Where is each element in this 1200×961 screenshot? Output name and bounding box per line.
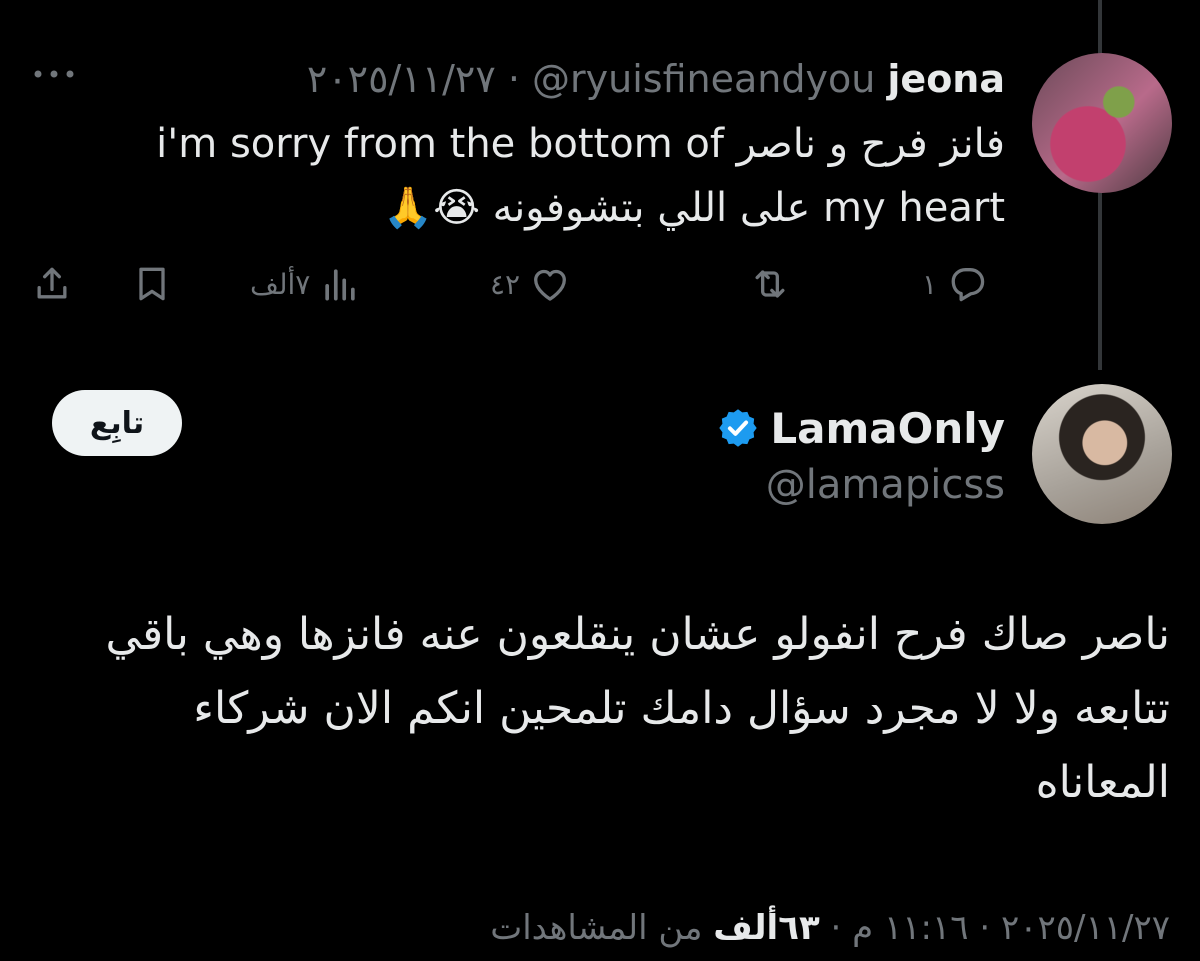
main-tweet-views-count: ٦٣ألف	[713, 908, 820, 948]
tweet-thread: jeona @ryuisfineandyou · ٢٠٢٥/١١/٢٧ فانز…	[0, 0, 1200, 961]
main-author-handle[interactable]: @lamapicss	[766, 462, 1005, 508]
retweet-button[interactable]	[748, 256, 800, 312]
parent-tweet-header: jeona @ryuisfineandyou · ٢٠٢٥/١١/٢٧	[307, 55, 1005, 103]
meta-separator: ·	[979, 908, 991, 948]
heart-icon	[534, 269, 567, 301]
parent-author-name[interactable]: jeona	[887, 57, 1005, 101]
like-button[interactable]: ٤٢	[490, 256, 572, 312]
parent-tweet-text-line-1: فانز فرح و ناصر i'm sorry from the botto…	[156, 121, 1005, 167]
main-author-name[interactable]: LamaOnly	[770, 404, 1005, 453]
parent-tweet-actions: ١ ٤٢ ٧ألف	[0, 256, 1200, 312]
main-tweet-views-label: من المشاهدات	[490, 908, 703, 948]
meta-separator: ·	[830, 908, 842, 948]
avatar-lamaonly[interactable]	[1032, 384, 1172, 524]
avatar-jeona[interactable]	[1032, 53, 1172, 193]
parent-author-handle[interactable]: @ryuisfineandyou	[532, 57, 875, 101]
parent-tweet-text-line-2: my heart على اللي بتشوفونه 😭🙏	[383, 185, 1005, 231]
parent-tweet-date[interactable]: ٢٠٢٥/١١/٢٧	[307, 57, 496, 101]
bookmark-button[interactable]	[130, 256, 174, 312]
views-button[interactable]: ٧ألف	[250, 256, 362, 312]
share-icon	[37, 267, 67, 299]
views-count: ٧ألف	[250, 267, 311, 301]
reply-button[interactable]: ١	[922, 256, 989, 312]
share-button[interactable]	[30, 256, 74, 312]
verified-badge-icon	[719, 409, 758, 447]
like-count: ٤٢	[490, 267, 521, 301]
follow-button[interactable]: تابِع	[52, 390, 182, 456]
separator-dot: ·	[507, 57, 520, 101]
main-tweet-text: ناصر صاك فرح انفولو عشان ينقلعون عنه فان…	[105, 609, 1170, 808]
main-tweet-meta: ٢٠٢٥/١١/٢٧ · ١١:١٦ م · ٦٣ألف من المشاهدا…	[490, 904, 1170, 952]
reply-count: ١	[922, 267, 938, 301]
retweet-icon	[755, 270, 785, 298]
more-icon[interactable]	[30, 62, 78, 86]
reply-icon	[951, 268, 985, 302]
parent-tweet-text: فانز فرح و ناصر i'm sorry from the botto…	[105, 112, 1005, 240]
bookmark-icon	[139, 267, 165, 301]
main-tweet-date[interactable]: ٢٠٢٥/١١/٢٧	[1001, 908, 1170, 948]
main-author-row[interactable]: LamaOnly	[716, 402, 1005, 454]
views-icon	[325, 269, 356, 301]
main-tweet-time[interactable]: ١١:١٦ م	[852, 908, 968, 948]
